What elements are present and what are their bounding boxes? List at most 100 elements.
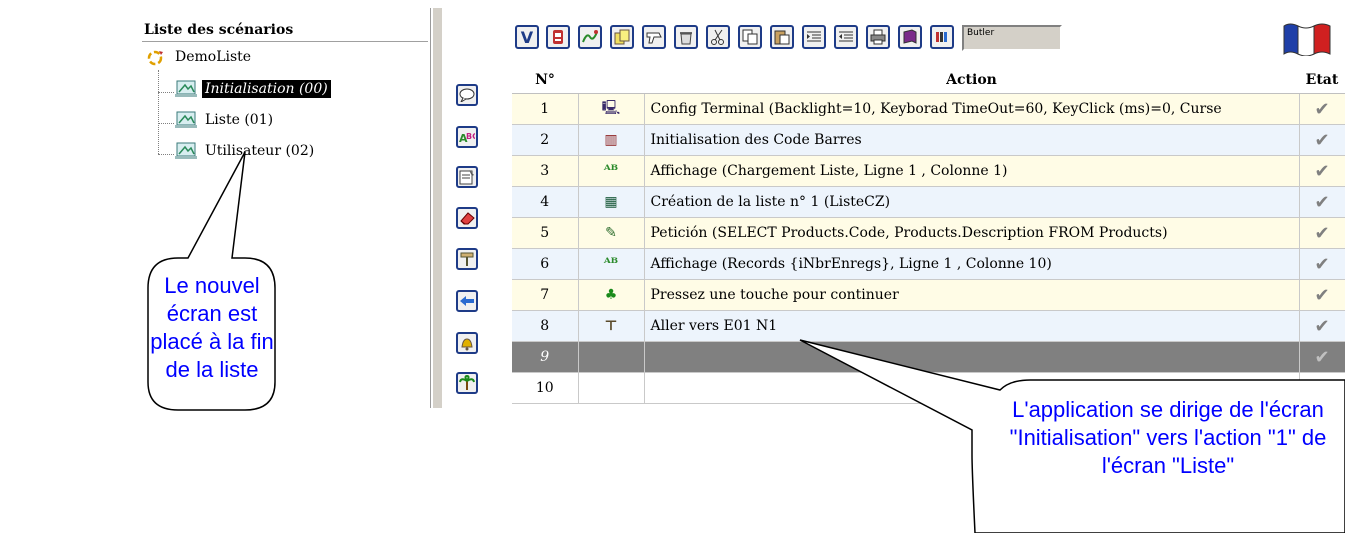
row-action: Initialisation des Code Barres bbox=[644, 124, 1300, 156]
table-row[interactable]: 5 ✎ Petición (SELECT Products.Code, Prod… bbox=[512, 217, 1345, 249]
column-header-num[interactable]: N° bbox=[512, 67, 578, 94]
tree-connector bbox=[158, 123, 174, 124]
row-action: Petición (SELECT Products.Code, Products… bbox=[644, 217, 1300, 249]
form-icon[interactable] bbox=[456, 166, 478, 188]
print-icon[interactable] bbox=[866, 25, 890, 49]
signpost-icon: ⊤ bbox=[578, 310, 645, 342]
tree-item-label: Initialisation (00) bbox=[202, 80, 331, 98]
check-icon[interactable]: ✔ bbox=[1299, 279, 1345, 311]
route-icon[interactable] bbox=[578, 25, 602, 49]
right-callout-text: L'application se dirige de l'écran "Init… bbox=[1009, 397, 1327, 478]
table-header-row: N° Action Etat bbox=[512, 67, 1345, 94]
row-icon-cell bbox=[578, 372, 645, 404]
row-number: 4 bbox=[512, 186, 579, 218]
palm-tree-icon: ♣ bbox=[578, 279, 645, 311]
tree-title-divider bbox=[142, 41, 428, 42]
back-arrow-icon[interactable] bbox=[456, 290, 478, 312]
terminal-icon: 🖳 bbox=[578, 93, 645, 125]
palm-tree-icon[interactable] bbox=[456, 372, 478, 394]
screen-icon bbox=[175, 111, 197, 128]
screen-icon bbox=[175, 80, 197, 97]
tree-item-initialisation[interactable]: Initialisation (00) bbox=[174, 80, 331, 98]
scanner-icon[interactable] bbox=[642, 25, 666, 49]
left-callout-text: Le nouvel écran est placé à la fin de la… bbox=[150, 273, 274, 382]
indent-icon[interactable] bbox=[802, 25, 826, 49]
tree-item-label: Liste (01) bbox=[205, 112, 274, 128]
row-action bbox=[644, 341, 1300, 373]
row-number: 7 bbox=[512, 279, 579, 311]
row-action: Pressez une touche pour continuer bbox=[644, 279, 1300, 311]
action-table: N° Action Etat 1 🖳 Config Terminal (Back… bbox=[512, 67, 1345, 404]
table-row[interactable]: 1 🖳 Config Terminal (Backlight=10, Keybo… bbox=[512, 93, 1345, 125]
tree-connector bbox=[158, 154, 174, 155]
row-number: 8 bbox=[512, 310, 579, 342]
paste-icon[interactable] bbox=[770, 25, 794, 49]
book-icon[interactable] bbox=[898, 25, 922, 49]
check-icon[interactable]: ✔ bbox=[1299, 310, 1345, 342]
list-create-icon: ▦ bbox=[578, 186, 645, 218]
column-header-state[interactable]: Etat bbox=[1299, 67, 1345, 94]
tree-item-utilisateur[interactable]: Utilisateur (02) bbox=[174, 142, 317, 160]
row-number: 2 bbox=[512, 124, 579, 156]
display-text-icon: ᴬᴮ bbox=[578, 248, 645, 280]
scenario-root-icon bbox=[147, 50, 163, 66]
column-header-action[interactable]: Action bbox=[644, 67, 1299, 94]
screen-icon bbox=[175, 142, 197, 159]
row-action: Création de la liste n° 1 (ListeCZ) bbox=[644, 186, 1300, 218]
row-action: Aller vers E01 N1 bbox=[644, 310, 1300, 342]
display-text-icon[interactable]: ABC bbox=[456, 126, 478, 148]
check-icon[interactable]: ✔ bbox=[1299, 124, 1345, 156]
check-icon[interactable]: ✔ bbox=[1299, 93, 1345, 125]
tree-connector bbox=[158, 92, 174, 93]
check-icon[interactable]: ✔ bbox=[1299, 186, 1345, 218]
main-toolbar: V Butler bbox=[515, 22, 1345, 56]
table-row[interactable]: 6 ᴬᴮ Affichage (Records {iNbrEnregs}, Li… bbox=[512, 248, 1345, 280]
trash-icon[interactable] bbox=[674, 25, 698, 49]
table-row-selected[interactable]: 9 ✔ bbox=[512, 341, 1345, 373]
check-icon[interactable]: ✔ bbox=[1299, 248, 1345, 280]
badge-icon[interactable] bbox=[546, 25, 570, 49]
cards-icon[interactable] bbox=[610, 25, 634, 49]
sql-request-icon: ✎ bbox=[578, 217, 645, 249]
tree-title: Liste des scénarios bbox=[144, 22, 294, 38]
row-number: 9 bbox=[512, 341, 579, 373]
row-action: Config Terminal (Backlight=10, Keyborad … bbox=[644, 93, 1300, 125]
butler-field[interactable]: Butler bbox=[962, 25, 1062, 51]
tree-item-liste[interactable]: Liste (01) bbox=[174, 111, 276, 129]
check-icon[interactable]: ✔ bbox=[1299, 155, 1345, 187]
table-row[interactable]: 2 ▥ Initialisation des Code Barres ✔ bbox=[512, 124, 1345, 156]
side-toolbar: ABC bbox=[442, 8, 504, 408]
table-row[interactable]: 7 ♣ Pressez une touche pour continuer ✔ bbox=[512, 279, 1345, 311]
row-icon-cell bbox=[578, 341, 645, 373]
copy-icon[interactable] bbox=[738, 25, 762, 49]
help-icon[interactable] bbox=[930, 25, 954, 49]
tree-root-label: DemoListe bbox=[175, 49, 252, 65]
row-number: 3 bbox=[512, 155, 579, 187]
row-number: 10 bbox=[512, 372, 579, 404]
table-row[interactable]: 8 ⊤ Aller vers E01 N1 ✔ bbox=[512, 310, 1345, 342]
table-row[interactable]: 4 ▦ Création de la liste n° 1 (ListeCZ) … bbox=[512, 186, 1345, 218]
v-icon[interactable]: V bbox=[515, 25, 539, 49]
speech-bubble-icon[interactable] bbox=[456, 84, 478, 106]
eraser-icon[interactable] bbox=[456, 207, 478, 229]
tree-item-label: Utilisateur (02) bbox=[205, 143, 315, 159]
check-icon[interactable]: ✔ bbox=[1299, 217, 1345, 249]
table-row[interactable]: 3 ᴬᴮ Affichage (Chargement Liste, Ligne … bbox=[512, 155, 1345, 187]
row-number: 1 bbox=[512, 93, 579, 125]
column-header-icon bbox=[578, 67, 644, 94]
signpost-icon[interactable] bbox=[456, 248, 478, 270]
check-icon[interactable]: ✔ bbox=[1299, 341, 1345, 373]
row-action: Affichage (Records {iNbrEnregs}, Ligne 1… bbox=[644, 248, 1300, 280]
scissors-icon[interactable] bbox=[706, 25, 730, 49]
tree-root[interactable]: DemoListe bbox=[144, 48, 254, 66]
flag-icon[interactable] bbox=[1280, 20, 1334, 56]
display-text-icon: ᴬᴮ bbox=[578, 155, 645, 187]
outdent-icon[interactable] bbox=[834, 25, 858, 49]
row-number: 5 bbox=[512, 217, 579, 249]
bell-icon[interactable] bbox=[456, 332, 478, 354]
row-action: Affichage (Chargement Liste, Ligne 1 , C… bbox=[644, 155, 1300, 187]
barcode-icon: ▥ bbox=[578, 124, 645, 156]
tree-connector bbox=[158, 70, 159, 154]
svg-text:BC: BC bbox=[466, 132, 475, 141]
row-number: 6 bbox=[512, 248, 579, 280]
